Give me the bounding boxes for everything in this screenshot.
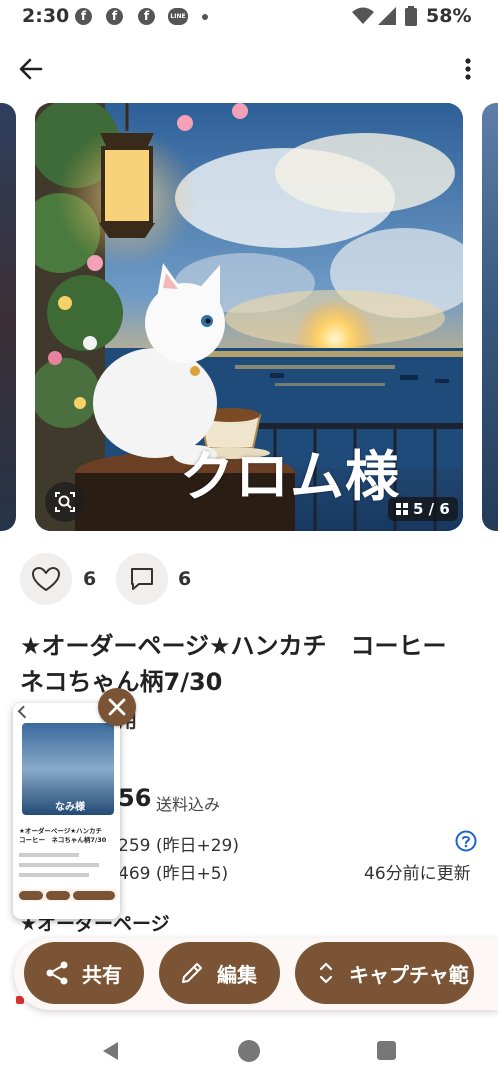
updated-time: 46分前に更新 <box>364 864 471 884</box>
close-icon <box>108 698 126 716</box>
thumb-action-bar <box>17 889 118 901</box>
image-overlay-text: クロム様 <box>180 445 400 508</box>
close-preview-button[interactable] <box>98 688 136 726</box>
heart-icon <box>32 567 60 591</box>
views-stat: 259 (昨日+29) <box>118 836 239 856</box>
thumb-line <box>19 853 79 857</box>
share-icon <box>46 961 68 985</box>
image-counter: 5 / 6 <box>388 497 458 521</box>
back-arrow-icon[interactable] <box>14 52 48 86</box>
next-image-card[interactable] <box>482 103 498 531</box>
previous-image-card[interactable] <box>0 103 16 531</box>
edit-label: 編集 <box>217 962 257 987</box>
thumb-line <box>19 863 99 867</box>
thumb-pill <box>46 890 70 900</box>
image-search-button[interactable] <box>45 482 85 522</box>
comment-button[interactable] <box>116 553 168 605</box>
grid-icon <box>396 503 408 515</box>
wifi-icon <box>352 7 374 24</box>
expand-icon <box>319 962 333 984</box>
nav-home-icon[interactable] <box>238 1040 260 1062</box>
lens-search-icon <box>55 492 75 512</box>
thumb-line <box>19 873 89 877</box>
nav-recents-icon[interactable] <box>377 1041 396 1060</box>
more-options-icon[interactable] <box>456 52 480 86</box>
thumb-overlay-text: なみ様 <box>55 802 85 813</box>
share-label: 共有 <box>82 962 122 987</box>
thumb-back-icon <box>17 705 31 719</box>
thumb-pill <box>19 890 43 900</box>
favorites-stat: 469 (昨日+5) <box>118 864 229 884</box>
signal-icon <box>378 7 396 25</box>
item-title: ★オーダーページ★ハンカチ コーヒー ネコちゃん柄7/30 <box>20 632 471 696</box>
nav-back-icon[interactable] <box>100 1040 122 1062</box>
battery-percent: 58% <box>426 5 472 27</box>
comment-count: 6 <box>178 568 192 590</box>
thumb-title: ★オーダーページ★ハンカチ コーヒー ネコちゃん柄7/30 <box>19 827 109 844</box>
facebook-icon: f <box>106 8 123 25</box>
screenshot-preview[interactable]: なみ様 ★オーダーページ★ハンカチ コーヒー ネコちゃん柄7/30 <box>13 703 120 919</box>
facebook-icon: f <box>138 8 155 25</box>
image-counter-text: 5 / 6 <box>413 500 450 518</box>
shipping-note: 送料込み <box>156 795 221 814</box>
like-button[interactable] <box>20 553 72 605</box>
share-button[interactable]: 共有 <box>24 942 144 1004</box>
edit-button[interactable]: 編集 <box>159 942 280 1004</box>
status-time: 2:30 <box>22 5 70 27</box>
facebook-icon: f <box>75 8 92 25</box>
pencil-icon <box>182 963 202 983</box>
like-count: 6 <box>83 568 97 590</box>
status-bar: 2:30 f f f LINE 58% <box>0 0 498 34</box>
help-icon[interactable] <box>455 830 477 852</box>
notification-dot-icon <box>202 14 208 20</box>
capture-more-label: キャプチャ範 <box>349 962 469 987</box>
battery-icon <box>405 6 417 26</box>
line-icon: LINE <box>168 8 188 25</box>
thumb-pill <box>73 890 115 900</box>
item-price: 56 <box>118 784 152 812</box>
capture-more-button[interactable]: キャプチャ範 <box>295 942 474 1004</box>
comment-icon <box>131 568 153 590</box>
